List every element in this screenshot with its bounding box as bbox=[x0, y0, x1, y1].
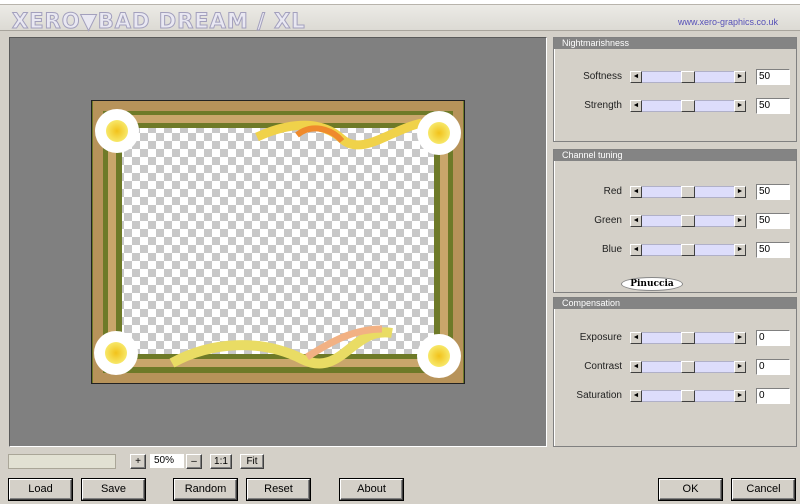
softness-slider[interactable]: ◄ ► bbox=[630, 71, 746, 83]
slider-thumb[interactable] bbox=[681, 332, 695, 344]
arrow-right-icon[interactable]: ► bbox=[734, 186, 746, 198]
arrow-left-icon[interactable]: ◄ bbox=[630, 244, 642, 256]
status-field bbox=[8, 454, 116, 469]
red-slider[interactable]: ◄ ► bbox=[630, 186, 746, 198]
blue-label: Blue bbox=[601, 244, 622, 255]
exposure-slider[interactable]: ◄ ► bbox=[630, 332, 746, 344]
zoom-level: 50% bbox=[150, 454, 184, 468]
softness-label: Softness bbox=[583, 71, 622, 82]
saturation-value[interactable]: 0 bbox=[756, 388, 790, 404]
strength-label: Strength bbox=[584, 100, 622, 111]
slider-thumb[interactable] bbox=[681, 244, 695, 256]
contrast-slider[interactable]: ◄ ► bbox=[630, 361, 746, 373]
red-value[interactable]: 50 bbox=[756, 184, 790, 200]
green-label: Green bbox=[594, 215, 622, 226]
arrow-right-icon[interactable]: ► bbox=[734, 332, 746, 344]
slider-thumb[interactable] bbox=[681, 186, 695, 198]
arrow-left-icon[interactable]: ◄ bbox=[630, 361, 642, 373]
panel-title: Channel tuning bbox=[554, 150, 796, 161]
actual-size-button[interactable]: 1:1 bbox=[210, 454, 232, 469]
softness-value[interactable]: 50 bbox=[756, 69, 790, 85]
compensation-panel: Compensation Exposure ◄ ► 0 Contrast ◄ ►… bbox=[553, 297, 797, 447]
strength-row: Strength ◄ ► 50 bbox=[554, 98, 794, 114]
zoom-out-button[interactable]: – bbox=[186, 454, 202, 469]
arrow-left-icon[interactable]: ◄ bbox=[630, 186, 642, 198]
preview-image bbox=[91, 100, 465, 384]
green-value[interactable]: 50 bbox=[756, 213, 790, 229]
arrow-right-icon[interactable]: ► bbox=[734, 100, 746, 112]
blue-slider[interactable]: ◄ ► bbox=[630, 244, 746, 256]
contrast-label: Contrast bbox=[584, 361, 622, 372]
save-button[interactable]: Save bbox=[82, 479, 145, 500]
saturation-row: Saturation ◄ ► 0 bbox=[554, 388, 794, 404]
slider-thumb[interactable] bbox=[681, 100, 695, 112]
slider-thumb[interactable] bbox=[681, 390, 695, 402]
strength-slider[interactable]: ◄ ► bbox=[630, 100, 746, 112]
green-row: Green ◄ ► 50 bbox=[554, 213, 794, 229]
contrast-row: Contrast ◄ ► 0 bbox=[554, 359, 794, 375]
red-label: Red bbox=[603, 186, 622, 197]
exposure-row: Exposure ◄ ► 0 bbox=[554, 330, 794, 346]
arrow-right-icon[interactable]: ► bbox=[734, 390, 746, 402]
arrow-left-icon[interactable]: ◄ bbox=[630, 100, 642, 112]
contrast-value[interactable]: 0 bbox=[756, 359, 790, 375]
random-button[interactable]: Random bbox=[174, 479, 237, 500]
reset-button[interactable]: Reset bbox=[247, 479, 310, 500]
arrow-right-icon[interactable]: ► bbox=[734, 215, 746, 227]
ok-button[interactable]: OK bbox=[659, 479, 722, 500]
softness-row: Softness ◄ ► 50 bbox=[554, 69, 794, 85]
strength-value[interactable]: 50 bbox=[756, 98, 790, 114]
saturation-slider[interactable]: ◄ ► bbox=[630, 390, 746, 402]
fit-button[interactable]: Fit bbox=[240, 454, 264, 469]
slider-thumb[interactable] bbox=[681, 215, 695, 227]
website-link[interactable]: www.xero-graphics.co.uk bbox=[678, 17, 778, 27]
zoom-in-button[interactable]: + bbox=[130, 454, 146, 469]
signature-badge: Pinuccia bbox=[621, 277, 683, 291]
about-button[interactable]: About bbox=[340, 479, 403, 500]
green-slider[interactable]: ◄ ► bbox=[630, 215, 746, 227]
arrow-right-icon[interactable]: ► bbox=[734, 244, 746, 256]
blue-value[interactable]: 50 bbox=[756, 242, 790, 258]
channel-tuning-panel: Channel tuning Red ◄ ► 50 Green ◄ ► 50 B… bbox=[553, 149, 797, 293]
slider-thumb[interactable] bbox=[681, 361, 695, 373]
arrow-left-icon[interactable]: ◄ bbox=[630, 390, 642, 402]
panel-title: Nightmarishness bbox=[554, 38, 796, 49]
header-bar: XERO▼BAD DREAM / XL www.xero-graphics.co… bbox=[0, 5, 800, 34]
exposure-value[interactable]: 0 bbox=[756, 330, 790, 346]
slider-thumb[interactable] bbox=[681, 71, 695, 83]
exposure-label: Exposure bbox=[579, 332, 622, 343]
blue-row: Blue ◄ ► 50 bbox=[554, 242, 794, 258]
arrow-right-icon[interactable]: ► bbox=[734, 361, 746, 373]
app-title-logo: XERO▼BAD DREAM / XL bbox=[12, 9, 306, 34]
panel-title: Compensation bbox=[554, 298, 796, 309]
saturation-label: Saturation bbox=[576, 390, 622, 401]
load-button[interactable]: Load bbox=[9, 479, 72, 500]
nightmarishness-panel: Nightmarishness Softness ◄ ► 50 Strength… bbox=[553, 37, 797, 142]
arrow-left-icon[interactable]: ◄ bbox=[630, 215, 642, 227]
arrow-right-icon[interactable]: ► bbox=[734, 71, 746, 83]
arrow-left-icon[interactable]: ◄ bbox=[630, 332, 642, 344]
red-row: Red ◄ ► 50 bbox=[554, 184, 794, 200]
arrow-left-icon[interactable]: ◄ bbox=[630, 71, 642, 83]
cancel-button[interactable]: Cancel bbox=[732, 479, 795, 500]
preview-area[interactable] bbox=[9, 37, 547, 447]
